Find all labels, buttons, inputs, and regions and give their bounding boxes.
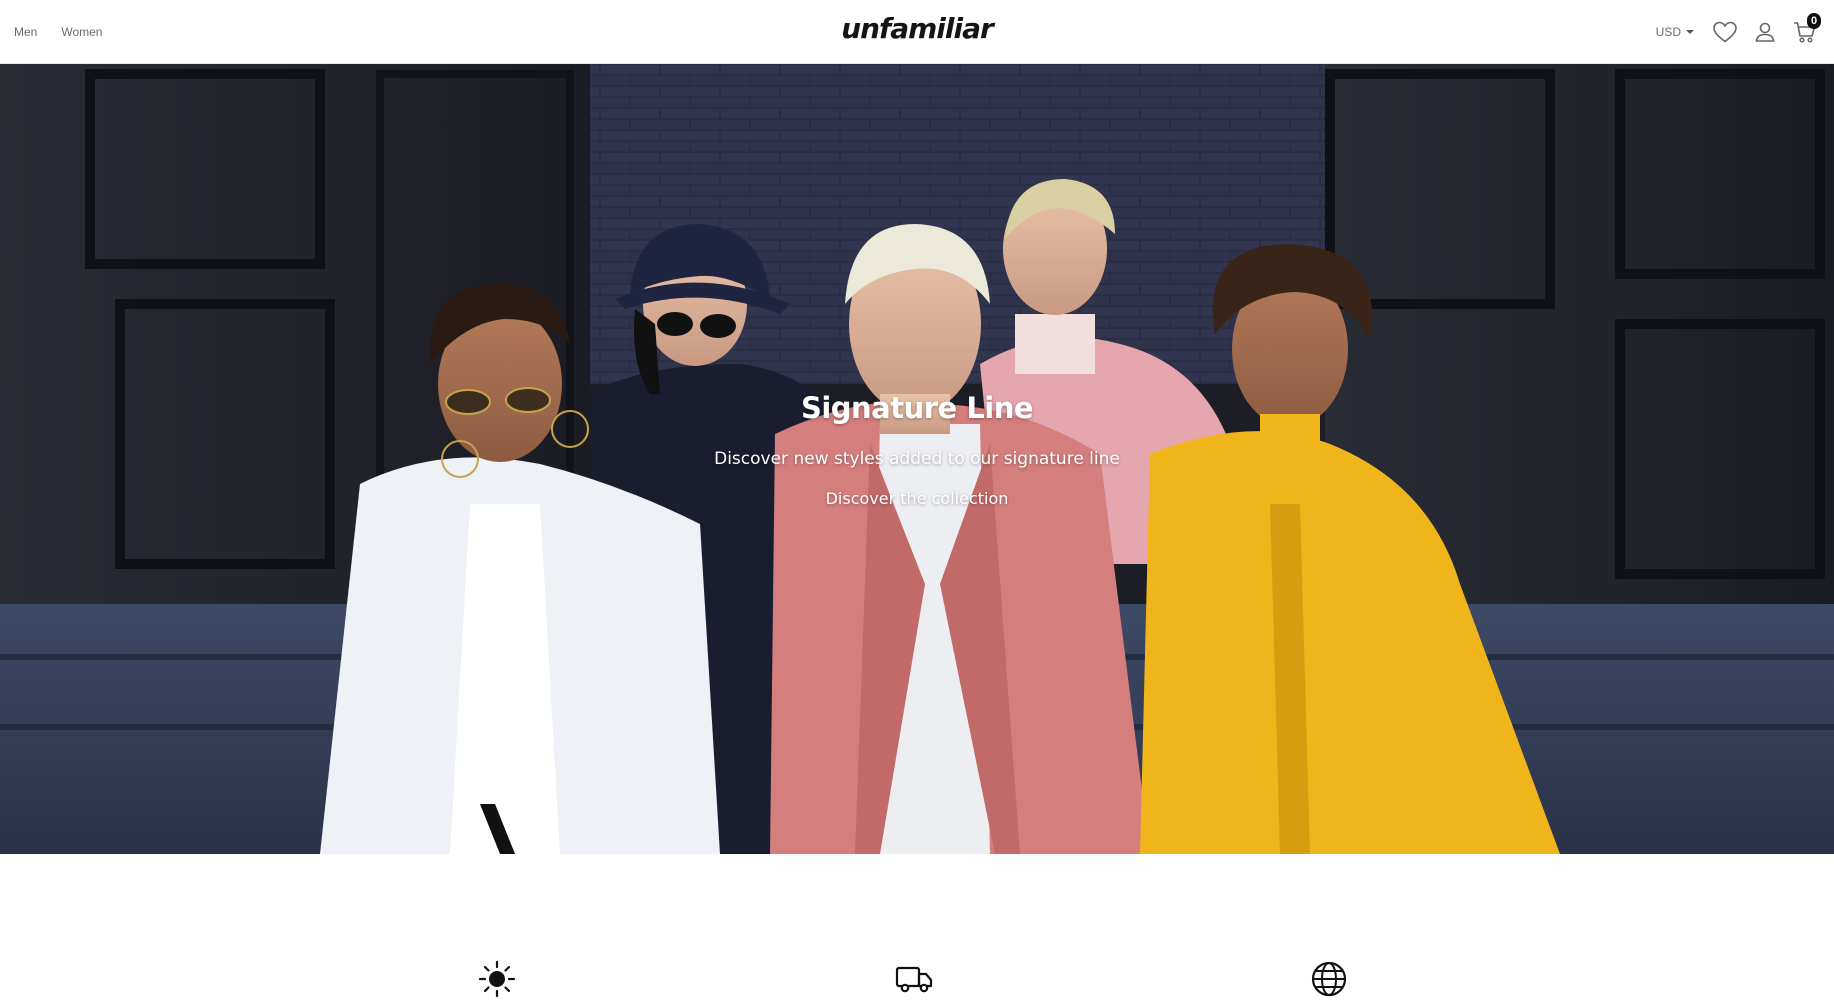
- caret-down-icon: [1686, 30, 1694, 34]
- site-header: Men Women unfamiliar USD 0: [0, 0, 1834, 64]
- wishlist-button[interactable]: [1712, 19, 1738, 45]
- hero-banner[interactable]: Signature Line Discover new styles added…: [0, 64, 1834, 854]
- feature-truck: [895, 960, 933, 998]
- header-tools: USD 0: [1656, 0, 1821, 64]
- feature-sun: [478, 960, 516, 998]
- heart-icon: [1713, 21, 1737, 43]
- globe-icon: [1311, 961, 1347, 997]
- user-icon: [1755, 22, 1775, 42]
- currency-selector[interactable]: USD: [1656, 25, 1694, 39]
- account-button[interactable]: [1752, 19, 1778, 45]
- site-logo[interactable]: unfamiliar: [841, 12, 994, 45]
- hero-subtitle: Discover new styles added to our signatu…: [714, 449, 1120, 469]
- cart-count-badge: 0: [1807, 13, 1821, 29]
- hero-collection-link[interactable]: Discover the collection: [0, 489, 1834, 508]
- sun-icon: [478, 960, 516, 998]
- truck-icon: [895, 966, 933, 993]
- cart-button[interactable]: 0: [1792, 13, 1821, 45]
- main-nav: Men Women: [14, 0, 102, 64]
- feature-globe: [1310, 960, 1348, 998]
- features-section: [0, 854, 1834, 1006]
- nav-men-link[interactable]: Men: [14, 25, 37, 39]
- nav-women-link[interactable]: Women: [61, 25, 102, 39]
- currency-value: USD: [1655, 25, 1681, 39]
- hero-title: Signature Line: [800, 391, 1034, 425]
